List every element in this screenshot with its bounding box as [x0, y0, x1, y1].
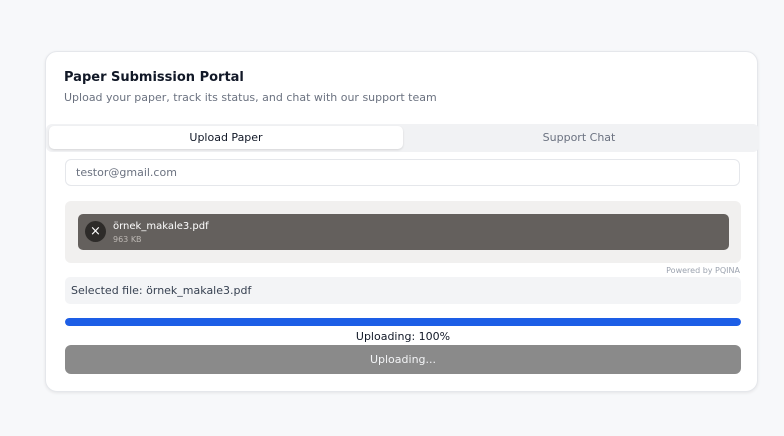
progress-text: Uploading: 100%	[355, 330, 451, 343]
progress-fill	[65, 318, 741, 326]
file-dropzone[interactable]: × örnek_makale3.pdf 963 KB	[65, 201, 741, 263]
tab-upload-paper[interactable]: Upload Paper	[49, 126, 403, 149]
powered-by-credit[interactable]: Powered by PQINA	[666, 266, 740, 275]
page-subtitle: Upload your paper, track its status, and…	[64, 91, 437, 104]
remove-file-button[interactable]: ×	[85, 221, 106, 242]
upload-progress-bar	[65, 318, 741, 326]
tab-bar: Upload Paper Support Chat	[46, 124, 759, 152]
file-item: × örnek_makale3.pdf 963 KB	[78, 214, 729, 250]
tab-support-chat[interactable]: Support Chat	[402, 126, 756, 149]
submission-card: Paper Submission Portal Upload your pape…	[45, 51, 759, 392]
selected-file-info: Selected file: örnek_makale3.pdf	[65, 277, 741, 304]
file-size: 963 KB	[113, 235, 142, 244]
page-title: Paper Submission Portal	[64, 70, 244, 85]
email-field[interactable]	[65, 159, 740, 186]
file-name: örnek_makale3.pdf	[113, 221, 209, 232]
close-icon: ×	[90, 224, 101, 239]
upload-button[interactable]: Uploading...	[65, 345, 741, 374]
